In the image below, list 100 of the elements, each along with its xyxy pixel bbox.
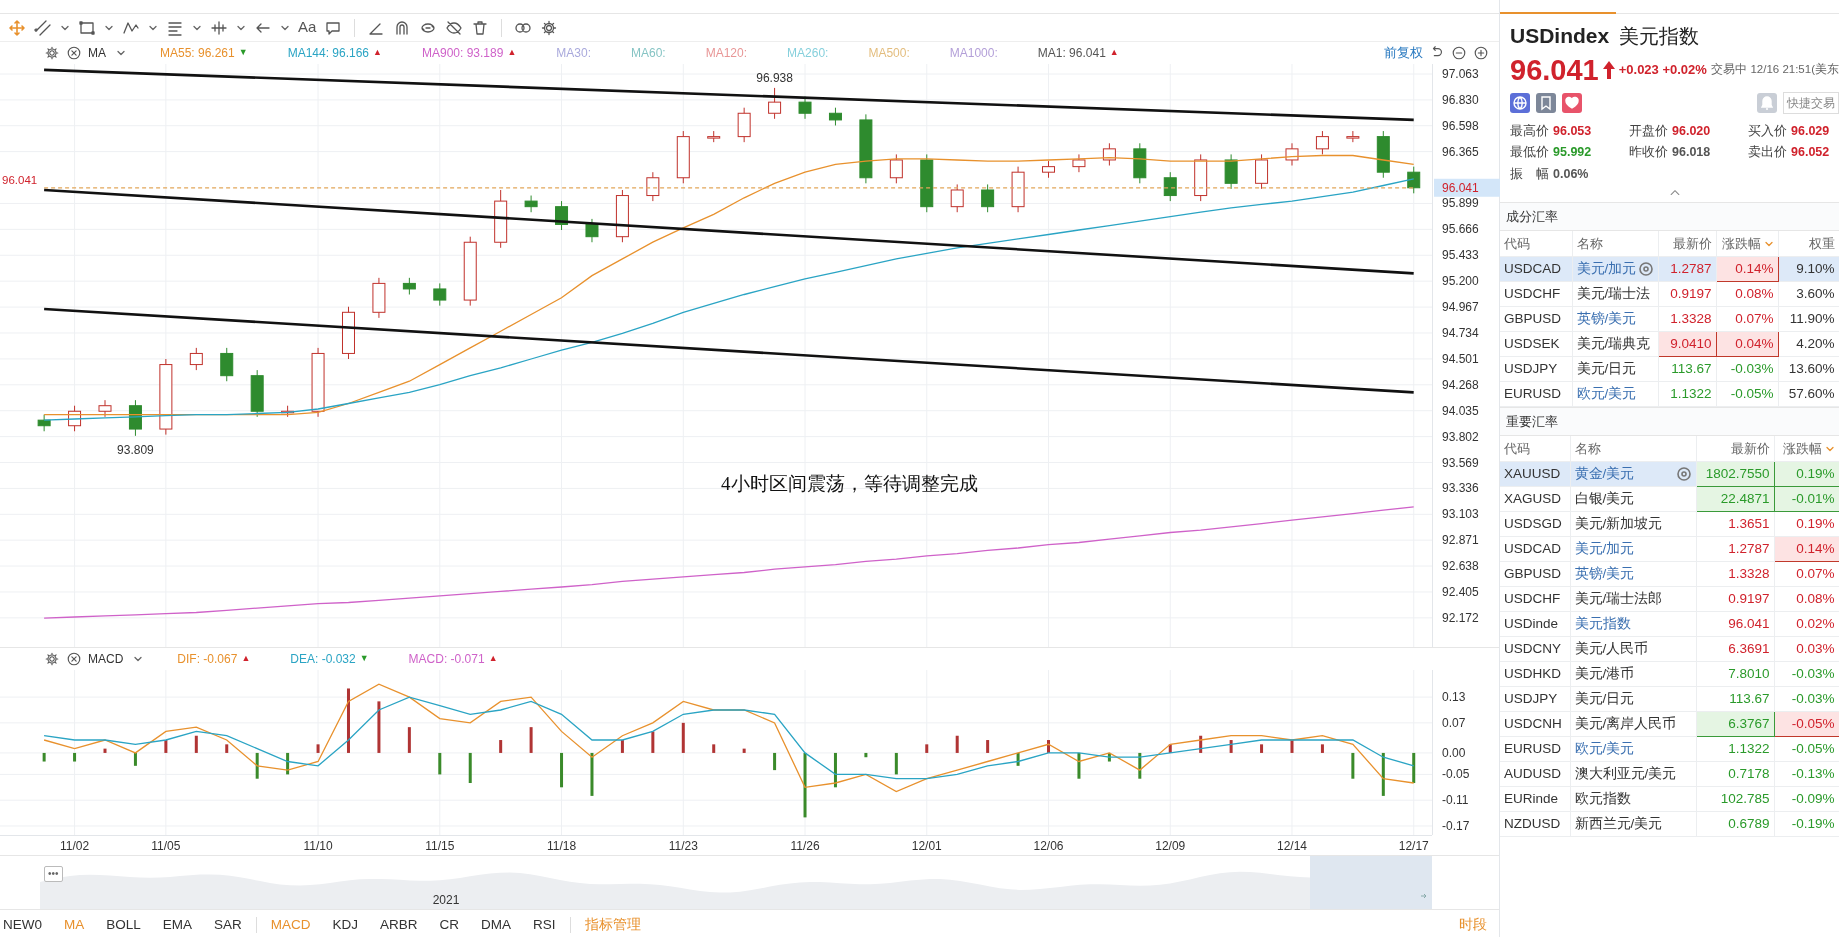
stat-label: 振 幅 <box>1510 167 1549 181</box>
settings-icon[interactable] <box>44 45 60 61</box>
axis-label: 11/10 <box>303 839 333 853</box>
axis-label: 95.433 <box>1442 248 1479 263</box>
stat-label: 买入价 <box>1748 123 1787 138</box>
column-header[interactable]: 涨跌幅 <box>1774 436 1839 462</box>
table-cell: GBPUSD <box>1500 561 1570 587</box>
symbol-link[interactable]: 英镑/美元 <box>1574 563 1635 584</box>
table-cell: -0.19% <box>1774 811 1839 837</box>
globe-icon[interactable] <box>1510 92 1530 113</box>
table-cell: -0.05% <box>1716 381 1778 407</box>
target-icon[interactable] <box>1637 260 1654 277</box>
axis-label: 92.871 <box>1442 533 1479 548</box>
indicator-tab[interactable]: ARBR <box>380 914 418 936</box>
histogram-bar <box>286 752 290 775</box>
table-row[interactable]: USDCHF 美元/瑞士法郎 0.9197 0.08% <box>1500 586 1839 612</box>
symbol-link[interactable]: 欧元/美元 <box>1574 738 1635 759</box>
histogram-bar <box>164 740 168 753</box>
axis-label: 96.598 <box>1442 118 1479 133</box>
table-row[interactable]: USDCNH 美元/离岸人民币 6.3767 -0.05% <box>1500 711 1839 737</box>
settings-icon[interactable] <box>44 651 60 667</box>
caret-icon[interactable] <box>133 654 144 664</box>
table-row[interactable]: USDCAD 美元/加元 1.2787 0.14% 9.10% <box>1500 256 1839 282</box>
close-icon[interactable] <box>66 651 82 667</box>
table-row[interactable]: USDCAD 美元/加元 1.2787 0.14% <box>1500 536 1839 562</box>
column-header[interactable]: 代码 <box>1500 231 1572 257</box>
table-row[interactable]: GBPUSD 英镑/美元 1.3328 0.07% 11.90% <box>1500 306 1839 332</box>
settings-icon[interactable] <box>540 18 559 37</box>
table-row[interactable]: USDCHF 美元/瑞士法 0.9197 0.08% 3.60% <box>1500 281 1839 307</box>
more-button[interactable]: ••• <box>44 866 63 882</box>
column-header[interactable]: 权重 <box>1778 231 1839 257</box>
histogram-bar <box>529 727 533 753</box>
column-header[interactable]: 涨跌幅 <box>1716 231 1778 257</box>
stat-value: 95.992 <box>1553 145 1592 160</box>
symbol-link[interactable]: 美元/加元 <box>1574 538 1635 559</box>
table-row[interactable]: USDJPY 美元/日元 113.67 -0.03% 13.60% <box>1500 356 1839 382</box>
table-cell: USDCNY <box>1500 636 1570 662</box>
column-header[interactable]: 最新价 <box>1696 436 1774 462</box>
table-row[interactable]: XAGUSD 白银/美元 22.4871 -0.01% <box>1500 486 1839 512</box>
histogram-bar <box>1016 752 1020 766</box>
column-header[interactable]: 名称 <box>1570 436 1696 462</box>
indicator-tab[interactable]: DMA <box>481 914 512 936</box>
indicator-tab[interactable]: CR <box>439 914 460 936</box>
table-row[interactable]: USDSEK 美元/瑞典克 9.0410 0.04% 4.20% <box>1500 331 1839 357</box>
indicator-tab[interactable]: KDJ <box>332 914 359 936</box>
quick-trade-button[interactable]: 快捷交易 <box>1783 91 1839 114</box>
axis-label: 0.07 <box>1442 715 1466 730</box>
table-cell-text: 欧元指数 <box>1574 789 1631 808</box>
table-row[interactable]: USDHKD 美元/港币 7.8010 -0.03% <box>1500 661 1839 687</box>
table-cell: 0.19% <box>1774 511 1839 537</box>
indicator-tab[interactable]: SAR <box>214 914 242 936</box>
axis-label: 11/18 <box>546 839 577 853</box>
table-row[interactable]: XAUUSD 黄金/美元 1802.7550 0.19% <box>1500 461 1839 487</box>
table-cell: AUDUSD <box>1500 761 1570 787</box>
text-tool[interactable]: Aa <box>298 16 317 39</box>
section-title: 成分汇率 <box>1500 201 1839 232</box>
table-row[interactable]: USDinde 美元指数 96.041 0.02% <box>1500 611 1839 637</box>
table-row[interactable]: USDJPY 美元/日元 113.67 -0.03% <box>1500 686 1839 712</box>
adjust-link[interactable]: 前复权 <box>1384 43 1423 63</box>
table-row[interactable]: NZDUSD 新西兰元/美元 0.6789 -0.19% <box>1500 811 1839 837</box>
stat-value: 96.052 <box>1791 145 1830 160</box>
table-row[interactable]: EURUSD 欧元/美元 1.1322 -0.05% <box>1500 736 1839 762</box>
table-row[interactable]: AUDUSD 澳大利亚元/美元 0.7178 -0.13% <box>1500 761 1839 787</box>
table-cell: USDHKD <box>1500 661 1570 687</box>
table-row[interactable]: EURUSD 欧元/美元 1.1322 -0.05% 57.60% <box>1500 381 1839 407</box>
table-cell: 6.3767 <box>1696 711 1774 737</box>
column-header[interactable]: 名称 <box>1572 231 1658 257</box>
indicator-value: MA55: 96.261 <box>160 45 235 62</box>
table-cell: 0.07% <box>1716 306 1778 332</box>
trend-lines-icon[interactable] <box>34 18 52 37</box>
histogram-bar <box>225 744 229 753</box>
axis-label: 96.830 <box>1442 92 1479 107</box>
axis-label: 93.802 <box>1442 429 1479 444</box>
table-row[interactable]: EURinde 欧元指数 102.785 -0.09% <box>1500 786 1839 812</box>
target-icon[interactable] <box>1675 465 1692 482</box>
symbol-link[interactable]: 欧元/美元 <box>1576 383 1637 404</box>
indicator-tab[interactable]: BOLL <box>106 914 141 936</box>
indicator-tab[interactable]: EMA <box>162 914 193 936</box>
table-cell-text: 白银/美元 <box>1574 489 1635 508</box>
caret-icon[interactable] <box>116 48 126 58</box>
column-header[interactable]: 最新价 <box>1658 231 1716 257</box>
indicator-tab[interactable]: RSI <box>533 914 556 936</box>
table-row[interactable]: GBPUSD 英镑/美元 1.3328 0.07% <box>1500 561 1839 587</box>
table-row[interactable]: USDSGD 美元/新加坡元 1.3651 0.19% <box>1500 511 1839 537</box>
close-icon[interactable] <box>66 45 82 61</box>
zoom-in-icon[interactable] <box>1473 45 1489 61</box>
table-row[interactable]: USDCNY 美元/人民币 6.3691 0.03% <box>1500 636 1839 662</box>
histogram-bar <box>1320 744 1324 753</box>
column-header[interactable]: 代码 <box>1500 436 1570 462</box>
table-cell: 6.3691 <box>1696 636 1774 662</box>
document-icon[interactable] <box>1536 92 1556 113</box>
table-cell: USDCAD <box>1500 256 1572 282</box>
symbol-link[interactable]: 美元指数 <box>1574 613 1631 634</box>
zoom-out-icon[interactable] <box>1451 45 1467 61</box>
indicator-tab[interactable]: NEW0 <box>3 914 42 936</box>
indicator-value: MA900: 93.189 <box>421 45 504 62</box>
table-cell: 4.20% <box>1778 331 1839 357</box>
symbol-link[interactable]: 英镑/美元 <box>1576 308 1637 329</box>
axis-label: 12/01 <box>911 839 942 853</box>
table-cell-text: 美元/日元 <box>1576 359 1637 378</box>
